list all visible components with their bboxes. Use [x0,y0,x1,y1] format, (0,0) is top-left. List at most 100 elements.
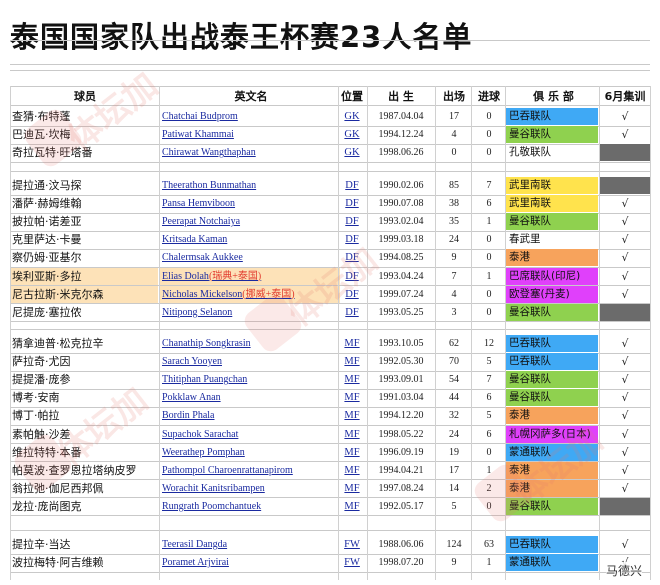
player-english-name-text[interactable]: Pathompol Charoenrattanapirom [162,465,293,476]
player-position[interactable]: DF [338,286,366,303]
player-position[interactable]: MF [338,371,366,388]
player-english-name[interactable]: Sarach Yooyen [160,353,340,370]
player-english-name[interactable]: Peerapat Notchaiya [160,213,340,230]
player-goals: 5 [486,356,492,368]
player-english-name[interactable]: Thitiphan Puangchan [160,371,340,388]
player-english-name[interactable]: Nicholas Mickelson(挪威+泰国) [160,285,340,303]
player-position[interactable]: MF [338,462,366,479]
player-position[interactable]: DF [338,249,366,266]
player-english-name-text[interactable]: Weerathep Pomphan [162,447,245,458]
player-club: 蒙通联队 [506,554,598,572]
player-position[interactable]: DF [338,195,366,212]
player-english-name[interactable]: Teerasil Dangda [160,536,340,553]
player-chinese-name: 博考·安南 [12,391,60,405]
player-chinese-name: 奇拉瓦特·旺塔番 [12,146,93,160]
player-english-name[interactable]: Chatchai Budprom [160,108,340,125]
player-english-name[interactable]: Nitipong Selanon [160,304,340,321]
player-english-name[interactable]: Worachit Kanitsribampen [160,480,340,497]
june-camp-mark: √ [621,355,629,369]
player-english-name[interactable]: Bordin Phala [160,407,340,424]
player-birthdate: 1998.06.26 [378,147,424,159]
player-english-name-text[interactable]: Elias Dolah [162,271,209,282]
player-position[interactable]: DF [338,304,366,321]
player-english-name-text[interactable]: Chirawat Wangthaphan [162,147,256,158]
player-english-name-text[interactable]: Peerapat Notchaiya [162,216,240,227]
player-english-name-text[interactable]: Pokklaw Anan [162,392,221,403]
player-english-name-text[interactable]: Chanathip Songkrasin [162,338,251,349]
june-camp-mark: √ [621,373,629,387]
player-english-name-text[interactable]: Teerasil Dangda [162,539,227,550]
table-row: 素帕触·沙差 Supachok Sarachat MF 1998.05.22 24 6 札幌… [0,425,660,443]
player-position[interactable]: FW [338,554,366,571]
player-english-name[interactable]: Chalermsak Aukkee [160,249,340,266]
player-position[interactable]: MF [338,335,366,352]
player-english-name-text[interactable]: Rungrath Poomchantuek [162,501,261,512]
player-english-name[interactable]: Patiwat Khammai [160,126,340,143]
player-chinese-name: 维拉特特·本番 [12,445,82,459]
player-position[interactable]: MF [338,407,366,424]
player-english-name-text[interactable]: Nitipong Selanon [162,307,232,318]
player-position[interactable]: MF [338,480,366,497]
player-english-name-text[interactable]: Worachit Kanitsribampen [162,483,265,494]
player-english-name-text[interactable]: Supachok Sarachat [162,429,238,440]
player-chinese-name: 萨拉奇·尤因 [12,355,71,369]
player-position[interactable]: GK [338,144,366,161]
player-position[interactable]: DF [338,268,366,285]
header-june: 6月集训 [604,90,646,103]
grid-line [10,64,650,65]
player-english-name-text[interactable]: Chalermsak Aukkee [162,252,243,263]
player-english-name[interactable]: Supachok Sarachat [160,426,340,443]
player-english-name[interactable]: Pathompol Charoenrattanapirom [160,462,340,479]
player-english-name-text[interactable]: Sarach Yooyen [162,356,222,367]
player-chinese-name: 察仍姆·亚基尔 [12,251,82,265]
player-position[interactable]: MF [338,353,366,370]
player-position[interactable]: GK [338,108,366,125]
player-position[interactable]: DF [338,231,366,248]
player-english-name[interactable]: Weerathep Pomphan [160,444,340,461]
player-english-name[interactable]: Pokklaw Anan [160,389,340,406]
player-english-name-text[interactable]: Chatchai Budprom [162,111,238,122]
player-goals: 6 [486,392,492,404]
player-club: 曼谷联队 [506,126,598,144]
player-chinese-name: 猜拿迪普·松克拉辛 [12,337,104,350]
player-english-name-text[interactable]: Theerathon Bunmathan [162,180,256,191]
player-goals: 1 [486,216,492,228]
player-birthdate: 1990.07.08 [378,198,424,210]
player-club: 孔敬联队 [509,146,551,159]
table-row: 波拉梅特·阿吉维赖 Poramet Arjvirai FW 1998.07.20 9 1 蒙… [0,554,660,572]
player-position[interactable]: DF [338,177,366,194]
player-position[interactable]: MF [338,444,366,461]
player-english-name[interactable]: Chanathip Songkrasin [160,335,340,352]
player-english-name[interactable]: Chirawat Wangthaphan [160,144,340,161]
player-club: 泰港 [506,479,598,497]
player-english-name[interactable]: Elias Dolah(瑞典+泰国) [160,267,340,285]
player-chinese-name: 博丁·帕拉 [12,409,60,423]
player-caps: 85 [449,180,459,191]
player-goals: 0 [486,500,492,512]
group-separator [10,329,650,330]
player-english-name-text[interactable]: Poramet Arjvirai [162,557,229,568]
player-english-name-text[interactable]: Kritsada Kaman [162,234,227,245]
player-english-name-text[interactable]: Nicholas Mickelson [162,289,242,300]
table-row: 博丁·帕拉 Bordin Phala MF 1994.12.20 32 5 泰港 √ [0,407,660,425]
player-position[interactable]: MF [338,426,366,443]
player-english-name[interactable]: Rungrath Poomchantuek [160,498,340,515]
player-english-name[interactable]: Poramet Arjvirai [160,554,340,571]
player-position[interactable]: GK [338,126,366,143]
player-english-name[interactable]: Theerathon Bunmathan [160,177,340,194]
player-chinese-name: 查猜·布特蓬 [12,110,71,123]
player-position[interactable]: DF [338,213,366,230]
player-position[interactable]: FW [338,536,366,553]
player-english-name-text[interactable]: Pansa Hemviboon [162,198,235,209]
player-english-name-text[interactable]: Thitiphan Puangchan [162,374,247,385]
player-club: 巴吞联队 [506,353,598,371]
player-english-name[interactable]: Kritsada Kaman [160,231,340,248]
player-position[interactable]: MF [338,498,366,515]
player-goals: 7 [486,374,492,386]
player-birthdate: 1993.02.04 [378,216,424,228]
player-goals: 63 [484,539,494,550]
player-english-name-text[interactable]: Patiwat Khammai [162,129,234,140]
player-english-name[interactable]: Pansa Hemviboon [160,195,340,212]
player-english-name-text[interactable]: Bordin Phala [162,410,215,421]
player-position[interactable]: MF [338,389,366,406]
